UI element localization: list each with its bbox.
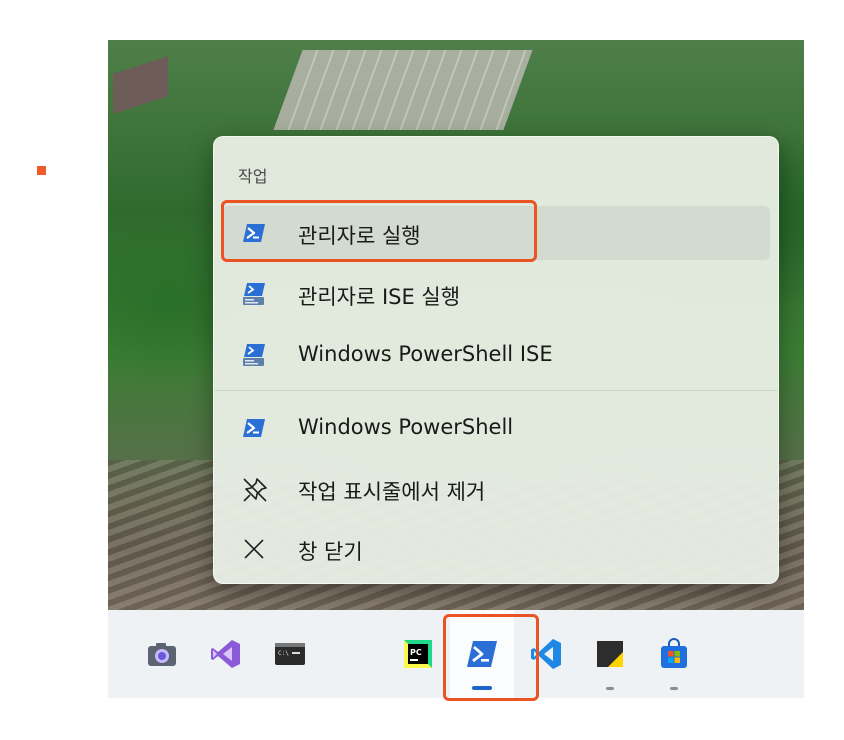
pycharm-icon: PC — [402, 638, 434, 670]
menu-item-label: 창 닫기 — [298, 540, 363, 564]
svg-text:C:\: C:\ — [278, 650, 289, 657]
running-app-indicator — [670, 687, 678, 690]
menu-item-label: Windows PowerShell ISE — [298, 342, 553, 366]
powershell-icon — [242, 416, 266, 440]
wallpaper-parking-lot — [273, 50, 533, 130]
command-prompt-icon: C:\ — [274, 638, 306, 670]
menu-section-header: 작업 — [238, 167, 268, 186]
taskbar-app-camera[interactable] — [130, 610, 194, 698]
svg-text:PC: PC — [410, 648, 422, 657]
annotation-marker — [37, 166, 46, 175]
running-app-indicator — [606, 687, 614, 690]
menu-item-label: Windows PowerShell — [298, 415, 514, 439]
menu-item-run-ise-as-admin[interactable]: 관리자로 ISE 실행 — [222, 267, 770, 321]
powershell-ise-icon — [242, 282, 266, 306]
taskbar-app-microsoft-store[interactable] — [642, 610, 706, 698]
microsoft-store-icon — [658, 638, 690, 670]
close-icon — [242, 537, 266, 561]
annotation-highlight-powershell-taskbar — [443, 614, 539, 701]
menu-item-label: 작업 표시줄에서 제거 — [298, 480, 486, 504]
wallpaper-building-roof — [113, 56, 168, 114]
menu-item-unpin-from-taskbar[interactable]: 작업 표시줄에서 제거 — [222, 462, 770, 516]
powershell-ise-icon — [242, 343, 266, 367]
menu-divider — [214, 390, 778, 391]
taskbar-app-pycharm[interactable]: PC — [386, 610, 450, 698]
unpin-icon — [242, 477, 267, 502]
visual-studio-icon — [210, 638, 242, 670]
camera-icon — [146, 638, 178, 670]
taskbar-app-command-prompt[interactable]: C:\ — [258, 610, 322, 698]
menu-item-powershell-ise[interactable]: Windows PowerShell ISE — [222, 328, 770, 382]
menu-item-label: 관리자로 ISE 실행 — [298, 285, 461, 309]
menu-item-close-window[interactable]: 창 닫기 — [222, 522, 770, 576]
screenshot-stage: 작업 관리자로 실행 관리자로 ISE 실행 Windows PowerShel… — [0, 0, 844, 740]
taskbar-app-visual-studio[interactable] — [194, 610, 258, 698]
sticky-notes-icon — [594, 638, 626, 670]
menu-item-windows-powershell[interactable]: Windows PowerShell — [222, 401, 770, 455]
annotation-highlight-run-as-admin — [221, 200, 537, 262]
taskbar-app-sticky-notes[interactable] — [578, 610, 642, 698]
